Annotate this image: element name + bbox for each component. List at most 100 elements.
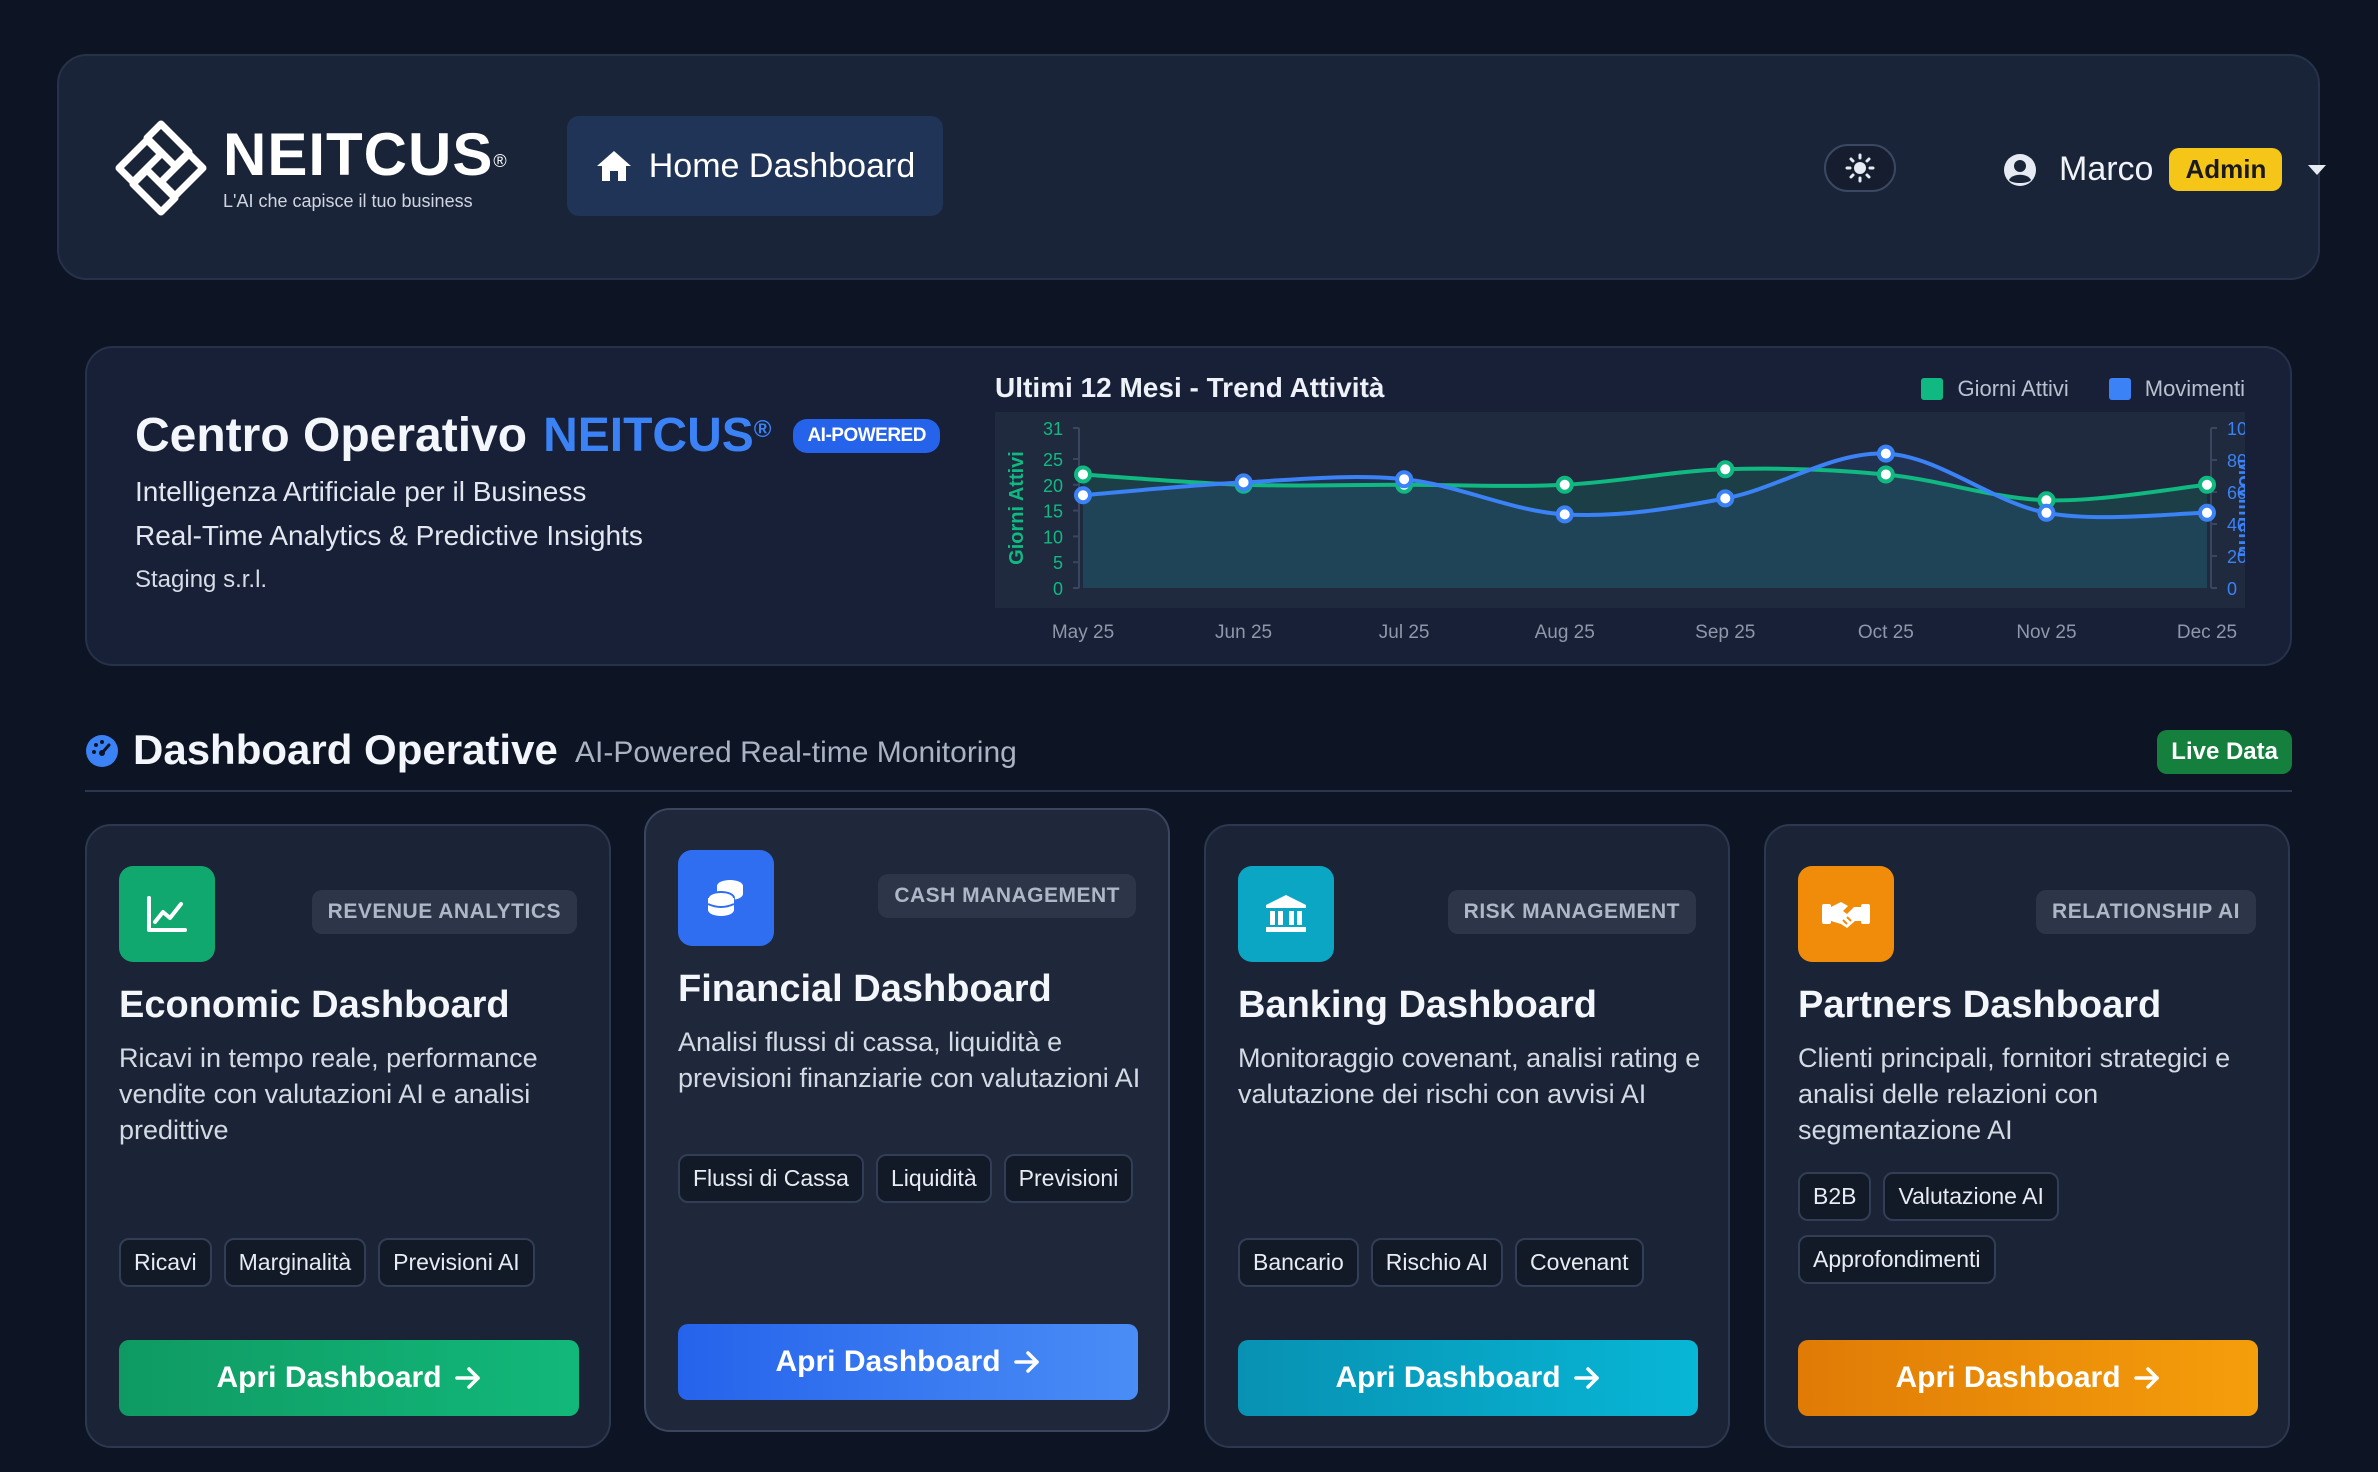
card-chips: Ricavi Marginalità Previsioni AI bbox=[119, 1238, 589, 1287]
operations-center-panel: Centro Operativo NEITCUS ® AI-POWERED Int… bbox=[85, 346, 2292, 666]
card-banking: RISK MANAGEMENT Banking Dashboard Monito… bbox=[1204, 824, 1730, 1448]
legend-swatch-movimenti bbox=[2108, 378, 2131, 400]
user-avatar-icon bbox=[2004, 153, 2036, 186]
user-menu[interactable]: Marco Admin bbox=[2003, 148, 2327, 191]
card-chips: B2B Valutazione AI Approfondimenti bbox=[1798, 1172, 2268, 1284]
chip[interactable]: Previsioni bbox=[1003, 1154, 1134, 1203]
open-dashboard-label: Apri Dashboard bbox=[1895, 1361, 2121, 1394]
chart-line-icon bbox=[119, 866, 215, 962]
chip[interactable]: Valutazione AI bbox=[1883, 1172, 2059, 1221]
open-dashboard-button[interactable]: Apri Dashboard bbox=[1238, 1340, 1698, 1416]
card-chips: Bancario Rischio AI Covenant bbox=[1238, 1238, 1708, 1287]
legend-item-movimenti[interactable]: Movimenti bbox=[2108, 376, 2245, 402]
coins-icon bbox=[678, 850, 774, 946]
card-tag: CASH MANAGEMENT bbox=[878, 874, 1136, 918]
live-data-badge: Live Data bbox=[2157, 730, 2292, 774]
ops-subtitle-2: Real-Time Analytics & Predictive Insight… bbox=[135, 520, 643, 551]
arrow-right-icon bbox=[1013, 1351, 1039, 1373]
logo-mark-icon bbox=[115, 120, 207, 216]
series-point-1 bbox=[2198, 503, 2216, 522]
y-left-axis-label: Giorni Attivi bbox=[1006, 451, 1028, 565]
x-tick-label: Jun 25 bbox=[1215, 622, 1272, 643]
series-point-0 bbox=[1716, 460, 1735, 479]
series-point-1 bbox=[1234, 473, 1253, 492]
user-name: Marco bbox=[2059, 150, 2154, 188]
y-left-tick-label: 10 bbox=[1043, 527, 1063, 547]
card-title: Partners Dashboard bbox=[1798, 984, 2162, 1026]
x-tick-label: May 25 bbox=[1052, 622, 1114, 643]
y-right-axis-label: Movimenti bbox=[2234, 459, 2245, 558]
series-point-1 bbox=[2037, 503, 2056, 522]
chip[interactable]: Previsioni AI bbox=[378, 1238, 535, 1287]
legend-swatch-giorni bbox=[1921, 378, 1944, 400]
legend-item-giorni[interactable]: Giorni Attivi bbox=[1921, 376, 2069, 402]
chip[interactable]: Ricavi bbox=[119, 1238, 212, 1287]
arrow-right-icon bbox=[454, 1367, 480, 1389]
open-dashboard-label: Apri Dashboard bbox=[775, 1345, 1001, 1378]
y-left-tick-label: 20 bbox=[1043, 476, 1063, 496]
bank-icon bbox=[1238, 866, 1334, 962]
series-point-1 bbox=[1555, 505, 1574, 524]
handshake-icon bbox=[1798, 866, 1894, 962]
x-tick-label: Sep 25 bbox=[1695, 622, 1755, 643]
card-description: Analisi flussi di cassa, liquidità e pre… bbox=[678, 1027, 1141, 1093]
card-description: Monitoraggio covenant, analisi rating e … bbox=[1238, 1043, 1701, 1109]
legend-label-giorni: Giorni Attivi bbox=[1957, 376, 2069, 401]
series-point-1 bbox=[1074, 486, 1092, 505]
series-point-1 bbox=[1716, 489, 1735, 508]
ops-title-brand: NEITCUS bbox=[543, 409, 754, 462]
ai-powered-badge: AI-POWERED bbox=[793, 418, 940, 453]
sun-icon bbox=[1845, 153, 1875, 183]
theme-toggle-button[interactable] bbox=[1824, 144, 1896, 192]
card-description: Ricavi in tempo reale, performance vendi… bbox=[119, 1043, 538, 1145]
x-tick-label: Nov 25 bbox=[2016, 622, 2076, 643]
home-dashboard-label: Home Dashboard bbox=[648, 146, 916, 185]
y-left-tick-label: 31 bbox=[1043, 419, 1063, 439]
home-icon bbox=[596, 151, 631, 181]
arrow-right-icon bbox=[1573, 1367, 1599, 1389]
y-left-tick-label: 15 bbox=[1043, 502, 1063, 522]
chip[interactable]: Covenant bbox=[1515, 1238, 1644, 1287]
card-tag: REVENUE ANALYTICS bbox=[311, 890, 577, 934]
chevron-down-icon[interactable] bbox=[2308, 164, 2327, 175]
chip[interactable]: Bancario bbox=[1238, 1238, 1359, 1287]
x-tick-label: Aug 25 bbox=[1535, 622, 1595, 643]
logo[interactable]: NEITCUS® L'AI che capisce il tuo busines… bbox=[111, 116, 508, 220]
card-partners: RELATIONSHIP AI Partners Dashboard Clien… bbox=[1764, 824, 2290, 1448]
series-point-1 bbox=[1395, 470, 1414, 489]
card-economic: REVENUE ANALYTICS Economic Dashboard Ric… bbox=[85, 824, 611, 1448]
top-header: NEITCUS® L'AI che capisce il tuo busines… bbox=[57, 54, 2327, 280]
y-left-tick-label: 25 bbox=[1043, 450, 1063, 470]
open-dashboard-button[interactable]: Apri Dashboard bbox=[1798, 1340, 2258, 1416]
card-chips: Flussi di Cassa Liquidità Previsioni bbox=[678, 1154, 1148, 1203]
open-dashboard-label: Apri Dashboard bbox=[216, 1361, 442, 1394]
card-tag: RISK MANAGEMENT bbox=[1447, 890, 1696, 934]
x-tick-label: Dec 25 bbox=[2177, 622, 2237, 643]
section-header: Dashboard Operative AI-Powered Real-time… bbox=[85, 726, 2292, 792]
chip[interactable]: Flussi di Cassa bbox=[678, 1154, 864, 1203]
y-right-tick-label: 1000 bbox=[2227, 419, 2245, 439]
legend-label-movimenti: Movimenti bbox=[2144, 376, 2245, 401]
open-dashboard-button[interactable]: Apri Dashboard bbox=[119, 1340, 579, 1416]
section-title: Dashboard Operative bbox=[133, 726, 558, 773]
y-right-tick-label: 0 bbox=[2227, 579, 2237, 599]
admin-badge: Admin bbox=[2169, 148, 2283, 191]
card-title: Economic Dashboard bbox=[119, 984, 510, 1026]
chart-legend: Giorni Attivi Movimenti bbox=[1881, 376, 2245, 402]
chip[interactable]: Marginalità bbox=[223, 1238, 367, 1287]
home-dashboard-button[interactable]: Home Dashboard bbox=[567, 116, 943, 216]
chip[interactable]: Approfondimenti bbox=[1798, 1235, 1996, 1284]
series-point-0 bbox=[2198, 475, 2216, 494]
series-point-0 bbox=[1074, 465, 1092, 484]
open-dashboard-button[interactable]: Apri Dashboard bbox=[678, 1324, 1138, 1400]
chip[interactable]: B2B bbox=[1798, 1172, 1872, 1221]
chart-canvas: 05101520253102004006008001000Giorni Atti… bbox=[995, 412, 2245, 643]
chip[interactable]: Rischio AI bbox=[1370, 1238, 1504, 1287]
company-name: Staging s.r.l. bbox=[135, 566, 268, 593]
series-point-1 bbox=[1876, 444, 1895, 463]
chip[interactable]: Liquidità bbox=[875, 1154, 992, 1203]
logo-tagline: L'AI che capisce il tuo business bbox=[223, 190, 473, 211]
section-subtitle: AI-Powered Real-time Monitoring bbox=[575, 736, 1017, 769]
y-left-tick-label: 5 bbox=[1053, 553, 1063, 573]
x-tick-label: Jul 25 bbox=[1379, 622, 1430, 643]
